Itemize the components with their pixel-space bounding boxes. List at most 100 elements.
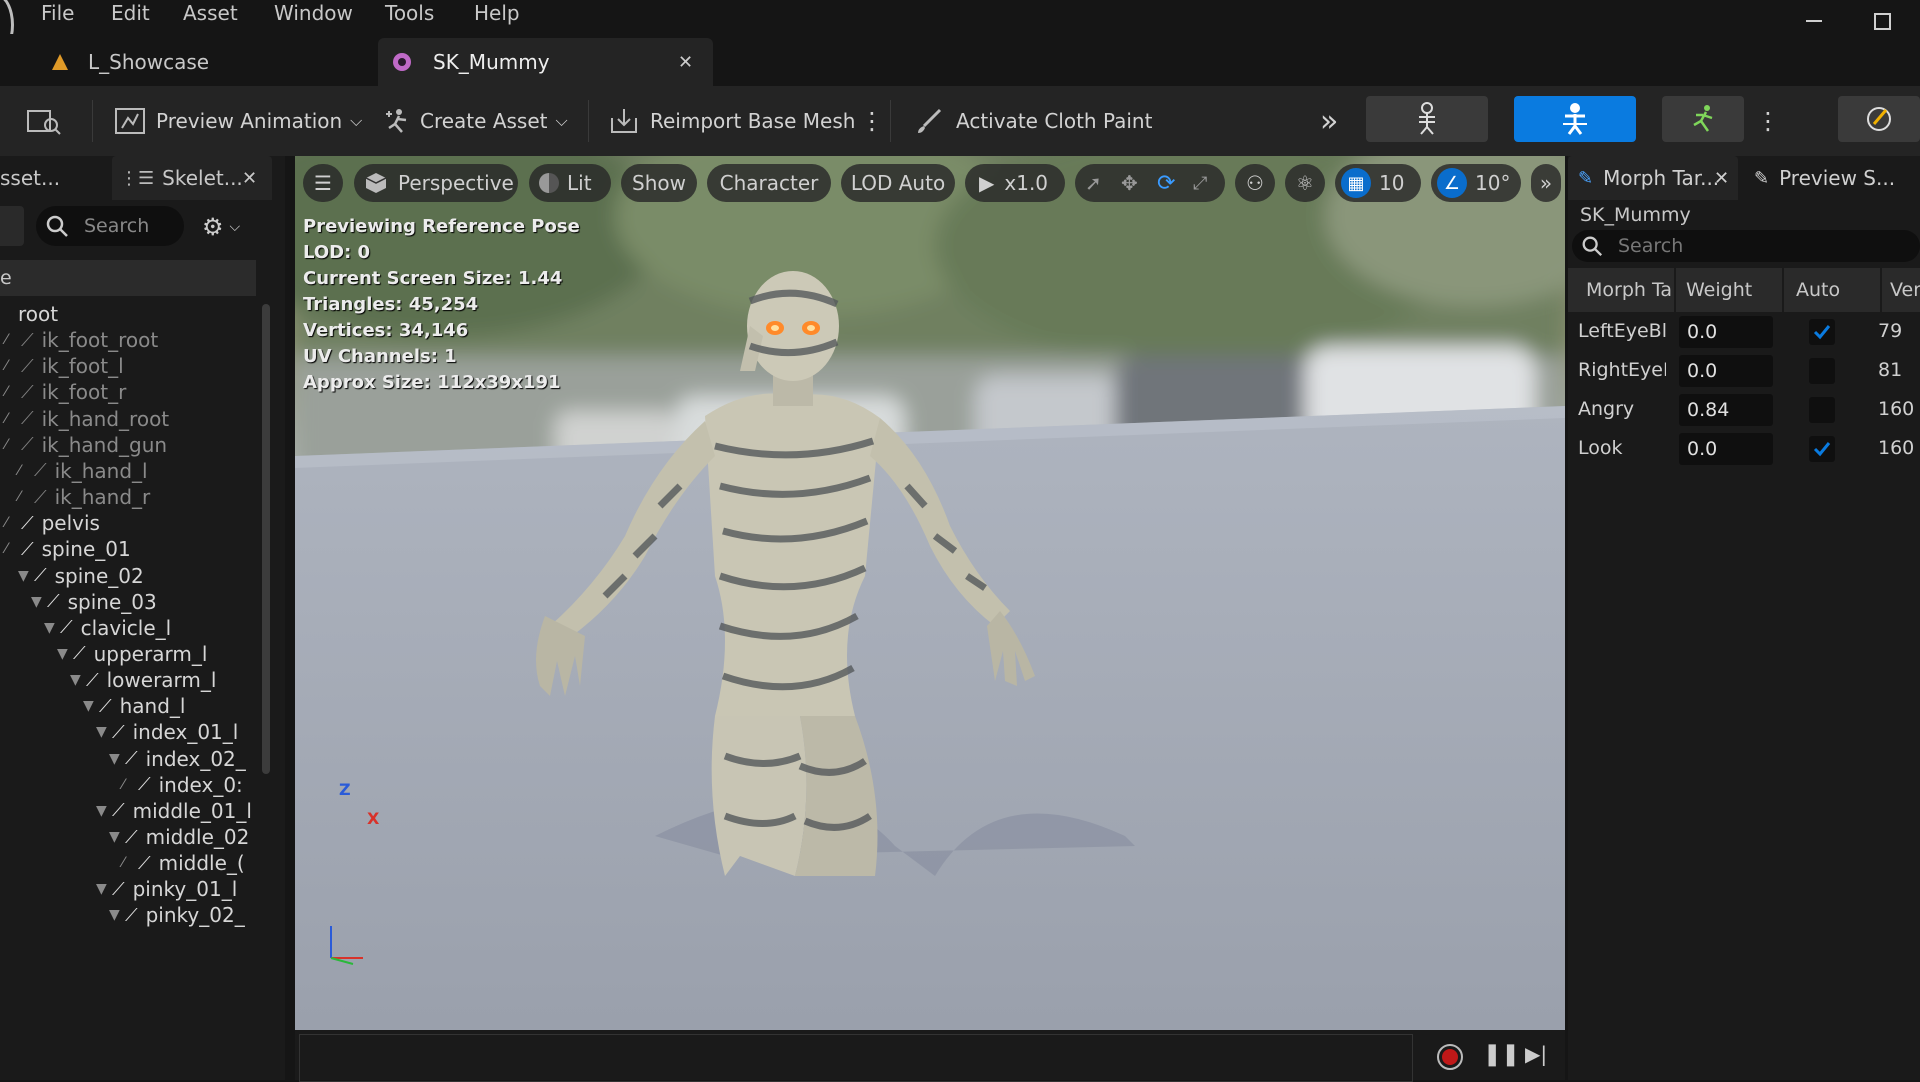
expand-caret-icon[interactable]: ▼ — [109, 829, 125, 845]
weight-input[interactable]: 0.0 — [1679, 316, 1773, 348]
menu-window[interactable]: Window — [274, 0, 353, 26]
expand-toolbar-icon[interactable]: » — [1320, 96, 1338, 146]
maximize-button[interactable] — [1874, 13, 1891, 30]
tab-label: Preview S... — [1779, 166, 1896, 190]
cube-icon — [365, 173, 387, 193]
morph-target-row[interactable]: LeftEyeBlir 0.0 79 — [1568, 314, 1920, 350]
more-options-icon[interactable]: ⋮ — [1756, 96, 1780, 146]
menu-help[interactable]: Help — [474, 0, 520, 26]
expand-caret-icon[interactable]: ▼ — [96, 803, 112, 819]
mesh-mode-button[interactable] — [1514, 96, 1636, 142]
record-button[interactable] — [1437, 1044, 1463, 1070]
create-asset-dropdown[interactable]: Create Asset ⌵ — [382, 96, 568, 146]
morph-target-row[interactable]: Angry 0.84 160 — [1568, 392, 1920, 428]
show-button[interactable]: Show — [621, 164, 697, 202]
lit-button[interactable]: Lit — [529, 164, 611, 202]
angle-snap-button[interactable]: ∠ 10° — [1431, 164, 1521, 202]
menu-file[interactable]: File — [41, 0, 74, 26]
browse-asset-button[interactable] — [26, 96, 62, 146]
morph-target-row[interactable]: RightEyeBl 0.0 81 — [1568, 353, 1920, 389]
tab-skeleton-tree[interactable]: ⋮☰ Skelet... ✕ — [112, 156, 272, 200]
preview-animation-dropdown[interactable]: Preview Animation ⌵ — [114, 96, 362, 146]
expand-caret-icon[interactable]: ▼ — [44, 620, 60, 636]
skeleton-search-input[interactable]: Search — [36, 206, 184, 246]
expand-caret-icon[interactable]: ▼ — [109, 907, 125, 923]
expand-caret-icon[interactable]: ▼ — [31, 594, 47, 610]
expand-caret-icon[interactable]: ▼ — [96, 724, 112, 740]
menu-tools[interactable]: Tools — [385, 0, 434, 26]
column-auto[interactable]: Auto — [1784, 268, 1880, 312]
step-forward-button[interactable]: ▶| — [1525, 1042, 1547, 1066]
more-options-icon[interactable]: ⋮ — [860, 96, 884, 146]
close-tab-icon[interactable]: ✕ — [1714, 168, 1729, 189]
tab-preview-scene[interactable]: ✎ Preview S... — [1746, 156, 1920, 200]
bone-name: ik_hand_l — [54, 458, 148, 483]
bone-display-button[interactable]: ⚇ — [1235, 164, 1275, 202]
move-icon[interactable]: ✥ — [1121, 171, 1138, 195]
auto-checkbox[interactable] — [1809, 358, 1835, 384]
activate-cloth-paint-button[interactable]: Activate Cloth Paint — [914, 96, 1152, 146]
settings-dropdown[interactable]: ⚙ ⌵ — [202, 210, 240, 244]
vertex-count: 160 — [1878, 398, 1915, 420]
close-tab-icon[interactable]: ✕ — [678, 52, 693, 73]
menu-asset[interactable]: Asset — [183, 0, 238, 26]
character-button[interactable]: Character — [707, 164, 831, 202]
bone-name: root — [18, 302, 59, 326]
column-morph-target[interactable]: Morph Ta — [1568, 268, 1674, 312]
playback-speed-button[interactable]: ▶ x1.0 — [965, 164, 1065, 202]
weight-input[interactable]: 0.84 — [1679, 394, 1773, 426]
bone-name: spine_02 — [54, 563, 144, 588]
physics-mode-button[interactable] — [1838, 96, 1920, 142]
toolbar-divider — [890, 100, 891, 142]
auto-checkbox[interactable] — [1809, 436, 1835, 462]
column-label: Vert — [1890, 279, 1920, 301]
tab-sk-mummy[interactable]: SK_Mummy ✕ — [378, 38, 713, 86]
viewport-menu-button[interactable]: ☰ — [303, 164, 343, 202]
morph-target-panel: ✎ Morph Tar... ✕ ✎ Preview S... SK_Mummy… — [1568, 156, 1920, 1080]
add-button[interactable] — [0, 206, 24, 246]
scale-icon[interactable]: ⤢ — [1193, 173, 1207, 194]
tab-asset-details[interactable]: sset... — [0, 156, 100, 200]
auto-checkbox[interactable] — [1809, 319, 1835, 345]
expand-caret-icon[interactable]: ▼ — [109, 751, 125, 767]
skeleton-mode-button[interactable] — [1366, 96, 1488, 142]
grid-snap-button[interactable]: ▦ 10 — [1335, 164, 1421, 202]
auto-checkbox[interactable] — [1809, 397, 1835, 423]
expand-caret-icon[interactable]: ▼ — [70, 672, 86, 688]
tree-scrollbar[interactable] — [262, 304, 270, 774]
column-weight[interactable]: Weight — [1676, 268, 1782, 312]
animation-mode-button[interactable] — [1662, 96, 1744, 142]
morph-search-input[interactable]: Search — [1572, 230, 1920, 262]
chevron-down-icon: ⌵ — [555, 111, 568, 130]
tab-label: Skelet... — [162, 166, 243, 190]
expand-caret-icon[interactable]: ▼ — [18, 568, 34, 584]
rotate-icon[interactable]: ⟳ — [1157, 171, 1175, 196]
minimize-button[interactable] — [1806, 20, 1822, 22]
reimport-base-mesh-button[interactable]: Reimport Base Mesh — [608, 96, 855, 146]
weight-input[interactable]: 0.0 — [1679, 355, 1773, 387]
expand-caret-icon[interactable]: ▼ — [96, 881, 112, 897]
close-tab-icon[interactable]: ✕ — [242, 168, 257, 189]
more-viewport-options[interactable]: » — [1531, 164, 1561, 202]
tab-l-showcase[interactable]: L_Showcase — [50, 38, 370, 86]
viewport-info-line: UV Channels: 1 — [303, 346, 457, 367]
tree-row-bone[interactable]: ▼ ⟋ pinky_02_ — [0, 899, 245, 931]
tab-label: L_Showcase — [88, 50, 210, 74]
timeline-track[interactable] — [299, 1034, 1413, 1082]
perspective-button[interactable]: Perspective — [354, 164, 518, 202]
tree-line: ⁄ — [5, 436, 8, 453]
bone-icon: ⟋ — [21, 538, 34, 560]
expand-caret-icon[interactable]: ▼ — [57, 646, 73, 662]
pause-button[interactable]: ❚❚ — [1483, 1042, 1520, 1067]
menu-edit[interactable]: Edit — [111, 0, 150, 26]
expand-caret-icon[interactable]: ▼ — [83, 698, 99, 714]
preview-viewport[interactable]: Z X ☰ Perspective Lit Show Character LOD… — [295, 156, 1565, 1030]
tab-morph-targets[interactable]: ✎ Morph Tar... ✕ — [1568, 156, 1738, 200]
column-verts[interactable]: Vert — [1882, 268, 1920, 312]
lod-button[interactable]: LOD Auto — [841, 164, 955, 202]
morph-target-row[interactable]: Look 0.0 160 — [1568, 431, 1920, 467]
socket-display-button[interactable]: ⚛ — [1285, 164, 1325, 202]
select-icon[interactable]: ➚ — [1085, 171, 1102, 195]
bone-name: lowerarm_l — [106, 668, 217, 693]
weight-input[interactable]: 0.0 — [1679, 433, 1773, 465]
